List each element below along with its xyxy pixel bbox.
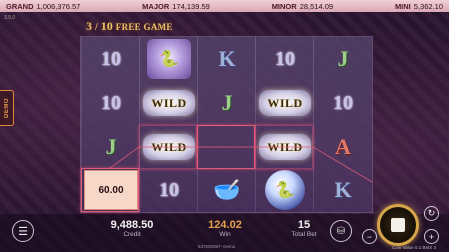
reel-cell: 10 bbox=[314, 81, 372, 125]
win-frame bbox=[197, 125, 255, 169]
symbol-a: A bbox=[335, 134, 351, 159]
snake-orb-icon: 🐍 bbox=[147, 39, 191, 79]
reel-cell: J bbox=[198, 81, 256, 125]
symbol-ten: 10 bbox=[159, 178, 179, 201]
free-games-label: FREE GAME bbox=[115, 22, 173, 32]
reel-cell: J bbox=[82, 125, 140, 169]
reel-cell: 10 bbox=[140, 168, 198, 212]
reel-cell: 🥣 bbox=[198, 168, 256, 212]
wild-label: WILD bbox=[151, 95, 187, 110]
reel-grid: 10 10 J 60.00 🐍 WILD WILD 10 K J 🥣 10 WI… bbox=[80, 36, 373, 213]
jackpot-label: MINI bbox=[394, 1, 411, 11]
minus-icon: − bbox=[366, 231, 373, 242]
stop-icon bbox=[391, 218, 405, 232]
autoplay-icon: ↻ bbox=[427, 208, 436, 218]
symbol-k: K bbox=[334, 177, 352, 202]
win-label: Win bbox=[219, 231, 231, 238]
menu-icon: ☰ bbox=[18, 225, 28, 238]
demo-tag[interactable]: DEMO bbox=[0, 90, 14, 126]
coins-button[interactable]: ⛁ bbox=[330, 220, 352, 242]
jackpot-value: 1,006,376.57 bbox=[36, 1, 81, 11]
reel-5: J 10 A K bbox=[313, 37, 372, 212]
bet-value: 15 bbox=[297, 219, 311, 231]
snake-orb-icon: 🐍 bbox=[265, 170, 305, 210]
jackpot-label: MINOR bbox=[271, 1, 297, 11]
reel-cell: 🐍 bbox=[140, 37, 198, 81]
free-games-total: 10 bbox=[100, 19, 113, 33]
reel-cell: 10 bbox=[82, 81, 140, 125]
autoplay-button[interactable]: ↻ bbox=[424, 206, 439, 221]
jackpot-value: 174,139.59 bbox=[172, 1, 210, 11]
symbol-j: J bbox=[221, 90, 233, 115]
plus-button[interactable]: + bbox=[424, 229, 439, 244]
free-games-counter: 3 / 10 FREE GAME bbox=[86, 19, 198, 35]
reel-cell: 10 bbox=[82, 37, 140, 81]
wild-symbol: WILD bbox=[259, 90, 311, 116]
bet-display: 15 Total Bet bbox=[276, 219, 332, 238]
jackpot-label: MAJOR bbox=[142, 1, 170, 11]
version-label: 3.5.0 bbox=[4, 15, 16, 21]
jackpot-mini: MINI 5,362.10 bbox=[395, 2, 443, 11]
jackpot-major: MAJOR 174,139.59 bbox=[142, 2, 210, 11]
wild-label: WILD bbox=[267, 95, 303, 110]
jackpot-bar: GRAND 1,006,376.57 MAJOR 174,139.59 MINO… bbox=[0, 0, 449, 12]
jackpot-minor: MINOR 28,514.09 bbox=[272, 2, 333, 11]
reel-cell: J bbox=[314, 37, 372, 81]
reel-cell: K bbox=[198, 37, 256, 81]
credit-label: Credit bbox=[123, 231, 141, 238]
free-games-separator: / bbox=[95, 22, 98, 33]
symbol-ten: 10 bbox=[275, 47, 295, 70]
symbol-j: J bbox=[105, 134, 117, 159]
jackpot-value: 28,514.09 bbox=[299, 1, 334, 11]
symbol-ten: 10 bbox=[333, 91, 353, 114]
free-games-current: 3 bbox=[86, 19, 92, 33]
jackpot-grand: GRAND 1,006,376.57 bbox=[6, 2, 80, 11]
coins-icon: ⛁ bbox=[336, 225, 346, 237]
win-value: 124.02 bbox=[208, 219, 242, 231]
symbol-ten: 10 bbox=[101, 91, 121, 114]
credit-display: 9,488.50 Credit bbox=[100, 219, 164, 238]
reel-cell: WILD bbox=[256, 81, 314, 125]
coin-value-text: Coin Value 0.1 BetX 3 bbox=[392, 245, 436, 250]
symbol-k: K bbox=[218, 46, 236, 71]
wild-symbol: WILD bbox=[143, 90, 195, 116]
reel-cell: 10 bbox=[256, 37, 314, 81]
reel-cell: K bbox=[314, 168, 372, 212]
win-display: 124.02 Win bbox=[193, 219, 257, 238]
jackpot-value: 5,362.10 bbox=[413, 1, 443, 11]
reel-cell: A bbox=[314, 125, 372, 169]
reel-cell: 🐍 bbox=[256, 168, 314, 212]
plus-icon: + bbox=[428, 231, 435, 242]
win-frame bbox=[81, 168, 139, 212]
credit-value: 9,488.50 bbox=[110, 219, 154, 231]
symbol-ten: 10 bbox=[101, 47, 121, 70]
minus-button[interactable]: − bbox=[362, 229, 377, 244]
menu-button[interactable]: ☰ bbox=[12, 220, 34, 242]
symbol-j: J bbox=[337, 46, 349, 71]
reel-cell: WILD bbox=[140, 81, 198, 125]
bet-label: Total Bet bbox=[291, 231, 317, 238]
win-frame bbox=[139, 125, 197, 169]
win-frame bbox=[255, 125, 313, 169]
session-id: 537609387- Demo bbox=[198, 244, 236, 249]
jackpot-label: GRAND bbox=[6, 1, 34, 11]
bowl-icon: 🥣 bbox=[213, 177, 241, 202]
spin-button[interactable] bbox=[377, 204, 419, 246]
demo-label: DEMO bbox=[3, 98, 10, 118]
